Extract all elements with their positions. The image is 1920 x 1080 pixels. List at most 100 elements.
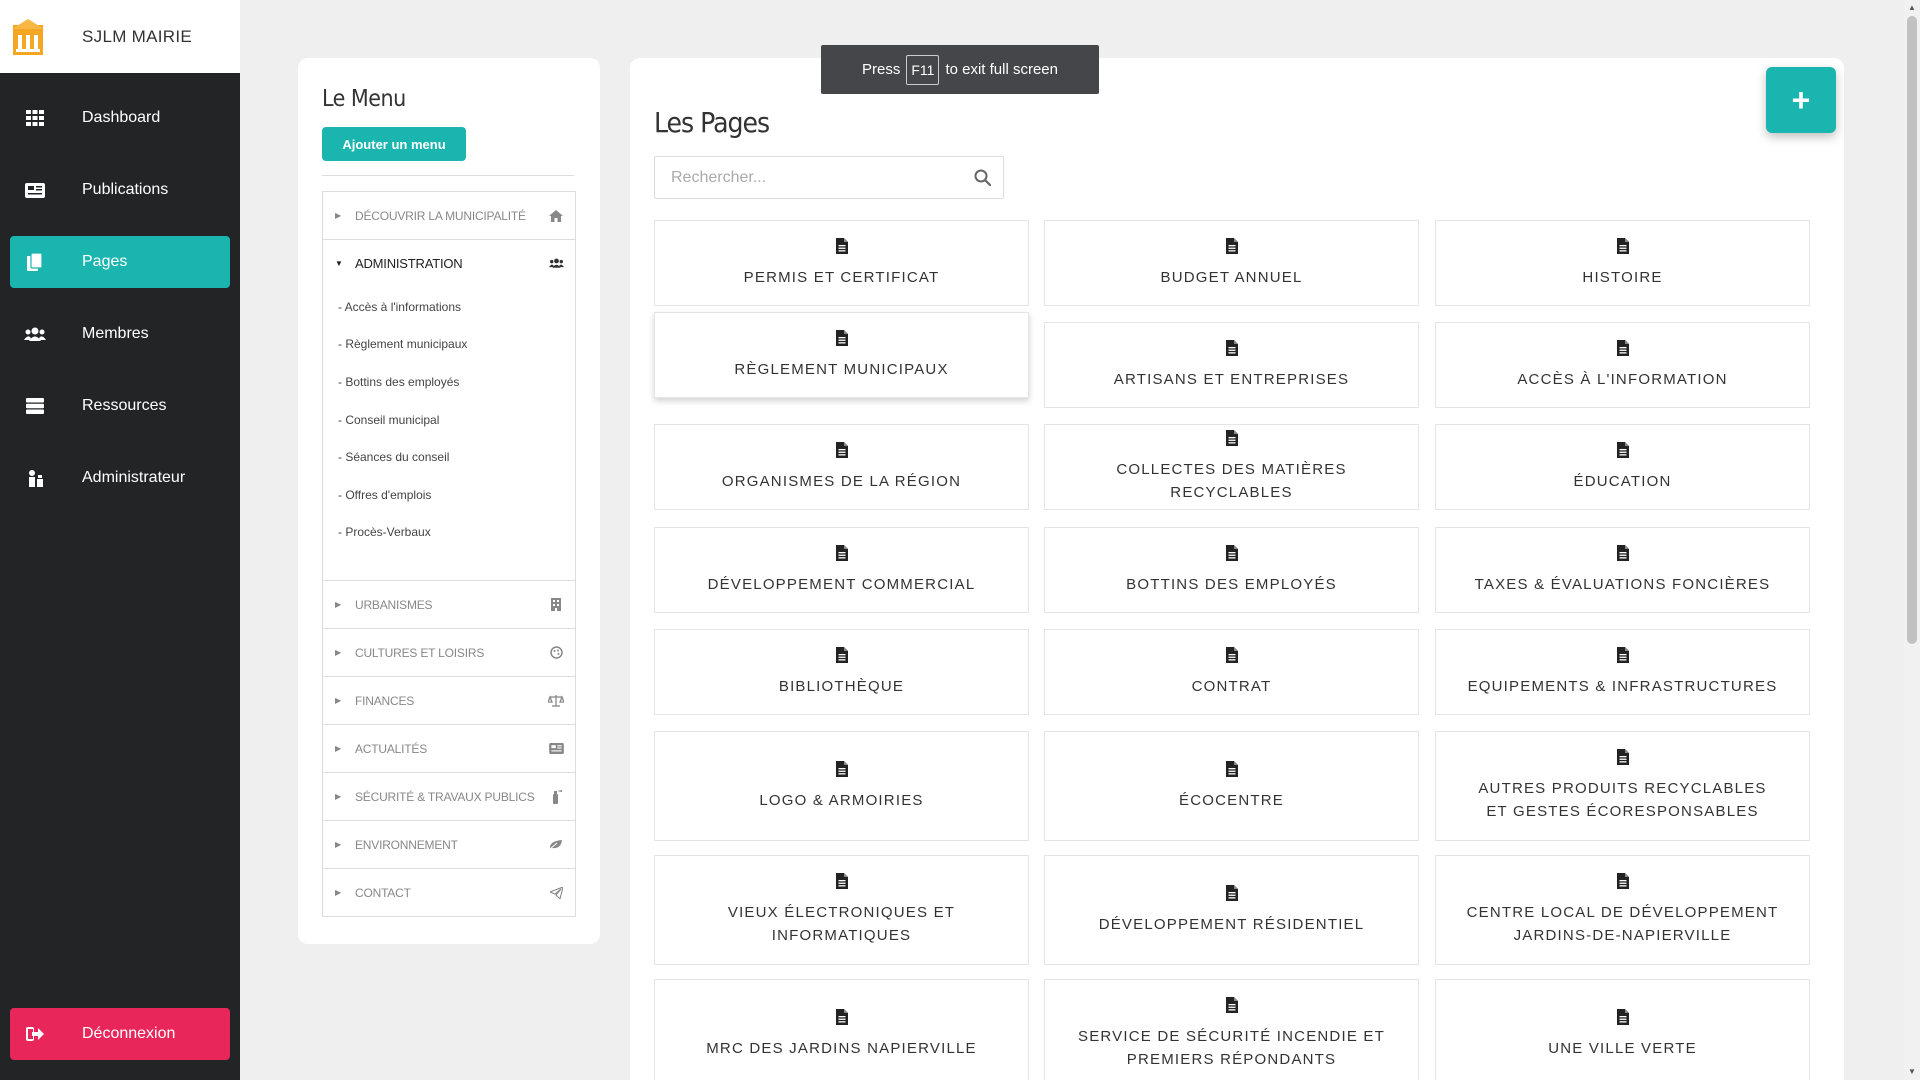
page-card[interactable]: BIBLIOTHÈQUE <box>654 629 1029 715</box>
page-card-title: UNE VILLE VERTE <box>1548 1039 1697 1057</box>
logout-button[interactable]: Déconnexion <box>10 1008 230 1060</box>
page-card[interactable]: RÈGLEMENT MUNICIPAUX <box>654 312 1029 398</box>
file-icon <box>835 329 848 351</box>
caret-right-icon: ▶ <box>335 211 342 220</box>
scroll-up-icon[interactable]: ▲ <box>1908 3 1916 12</box>
page-card[interactable]: UNE VILLE VERTE <box>1435 979 1810 1080</box>
page-card[interactable]: DÉVELOPPEMENT COMMERCIAL <box>654 527 1029 613</box>
page-card[interactable]: ÉCOCENTRE <box>1044 731 1419 841</box>
menu-item-label: FINANCES <box>355 693 415 708</box>
page-card[interactable]: TAXES & ÉVALUATIONS FONCIÈRES <box>1435 527 1810 613</box>
nav-label: Pages <box>82 253 128 270</box>
file-icon <box>835 441 848 463</box>
menu-item-contact[interactable]: ▶ CONTACT <box>322 868 576 917</box>
page-card[interactable]: ÉDUCATION <box>1435 424 1810 510</box>
file-icon <box>835 873 848 894</box>
menu-item-administration[interactable]: ▼ ADMINISTRATION - Accès à l'information… <box>322 239 576 581</box>
page-card[interactable]: BOTTINS DES EMPLOYÉS <box>1044 527 1419 613</box>
nav-pages[interactable]: Pages <box>10 236 230 288</box>
page-card[interactable]: CONTRAT <box>1044 629 1419 715</box>
page-card[interactable]: MRC DES JARDINS NAPIERVILLE <box>654 979 1029 1080</box>
submenu-item[interactable]: - Règlement municipaux <box>323 326 467 364</box>
page-card[interactable]: EQUIPEMENTS & INFRASTRUCTURES <box>1435 629 1810 715</box>
caret-down-icon: ▼ <box>335 258 343 268</box>
scrollbar[interactable]: ▲ ▼ <box>1903 0 1920 1080</box>
nav-ressources[interactable]: Ressources <box>10 380 230 432</box>
newspaper-icon <box>543 743 569 754</box>
nav-label: Ressources <box>82 397 167 414</box>
page-card-title: DÉVELOPPEMENT RÉSIDENTIEL <box>1098 915 1365 933</box>
page-card[interactable]: AUTRES PRODUITS RECYCLABLES ET GESTES ÉC… <box>1435 731 1810 841</box>
page-card-title: ORGANISMES DE LA RÉGION <box>721 472 962 490</box>
menu-item-decouvrir[interactable]: ▶ DÉCOUVRIR LA MUNICIPALITÉ <box>322 191 576 240</box>
grid-icon <box>24 109 46 127</box>
file-icon <box>1616 237 1629 259</box>
page-card-title: AUTRES PRODUITS RECYCLABLES ET GESTES ÉC… <box>1478 780 1767 820</box>
submenu-item[interactable]: - Offres d'emplois <box>323 476 467 514</box>
page-card-title: ÉDUCATION <box>1573 472 1672 490</box>
page-card[interactable]: HISTOIRE <box>1435 220 1810 306</box>
page-card[interactable]: CENTRE LOCAL DE DÉVELOPPEMENT JARDINS-DE… <box>1435 855 1810 965</box>
file-icon <box>1225 760 1238 782</box>
nav-label: Dashboard <box>82 109 161 126</box>
page-card[interactable]: ORGANISMES DE LA RÉGION <box>654 424 1029 510</box>
page-card[interactable]: BUDGET ANNUEL <box>1044 220 1419 306</box>
submenu-item[interactable]: - Séances du conseil <box>323 438 467 476</box>
caret-right-icon: ▶ <box>335 744 342 753</box>
copy-icon <box>24 253 46 271</box>
file-icon <box>1616 1008 1629 1030</box>
page-card[interactable]: DÉVELOPPEMENT RÉSIDENTIEL <box>1044 855 1419 965</box>
nav-dashboard[interactable]: Dashboard <box>10 92 230 144</box>
nav-publications[interactable]: Publications <box>10 164 230 216</box>
page-card[interactable]: PERMIS ET CERTIFICAT <box>654 220 1029 306</box>
menu-item-label: ADMINISTRATION <box>355 255 463 271</box>
menu-item-cultures[interactable]: ▶ CULTURES ET LOISIRS <box>322 628 576 677</box>
add-page-button[interactable]: + <box>1766 67 1836 133</box>
file-icon <box>1616 339 1629 361</box>
menu-item-label: ENVIRONNEMENT <box>355 837 458 852</box>
file-icon <box>1616 544 1629 566</box>
menu-item-finances[interactable]: ▶ FINANCES <box>322 676 576 725</box>
page-card-title: CENTRE LOCAL DE DÉVELOPPEMENT JARDINS-DE… <box>1466 904 1779 944</box>
nav-label: Publications <box>82 181 169 198</box>
file-icon <box>1225 544 1238 566</box>
page-card[interactable]: ACCÈS À L'INFORMATION <box>1435 322 1810 408</box>
submenu-item[interactable]: - Accès à l'informations <box>323 288 467 326</box>
menu-item-securite[interactable]: ▶ SÉCURITÉ & TRAVAUX PUBLICS <box>322 772 576 821</box>
brand[interactable]: SJLM MAIRIE <box>0 0 240 73</box>
page-card[interactable]: LOGO & ARMOIRIES <box>654 731 1029 841</box>
file-icon <box>1616 441 1629 463</box>
server-icon <box>24 397 46 415</box>
sign-out-icon <box>24 1025 46 1043</box>
menu-item-environnement[interactable]: ▶ ENVIRONNEMENT <box>322 820 576 869</box>
page-card[interactable]: COLLECTES DES MATIÈRES RECYCLABLES <box>1044 424 1419 510</box>
fullscreen-toast: Press F11 to exit full screen <box>821 45 1099 94</box>
scrollbar-thumb[interactable] <box>1907 16 1917 644</box>
search-icon[interactable] <box>974 169 992 191</box>
toast-press: Press <box>862 61 901 78</box>
nav-membres[interactable]: Membres <box>10 308 230 360</box>
users-icon <box>24 325 46 343</box>
menu-item-urbanismes[interactable]: ▶ URBANISMES <box>322 580 576 629</box>
submenu-item[interactable]: - Bottins des employés <box>323 363 467 401</box>
add-menu-button[interactable]: Ajouter un menu <box>322 127 466 161</box>
page-card[interactable]: SERVICE DE SÉCURITÉ INCENDIE ET PREMIERS… <box>1044 979 1419 1080</box>
nav-label: Membres <box>82 325 149 342</box>
paper-plane-icon <box>543 886 569 899</box>
page-card[interactable]: ARTISANS ET ENTREPRISES <box>1044 322 1419 408</box>
nav-administrateur[interactable]: Administrateur <box>10 452 230 504</box>
leaf-icon <box>543 839 569 850</box>
page-card-title: DÉVELOPPEMENT COMMERCIAL <box>707 575 976 593</box>
page-card[interactable]: VIEUX ÉLECTRONIQUES ET INFORMATIQUES <box>654 855 1029 965</box>
page-card-title: BUDGET ANNUEL <box>1160 268 1303 286</box>
menu-item-head[interactable]: ▼ ADMINISTRATION <box>323 240 575 286</box>
submenu-item[interactable]: - Procès-Verbaux <box>323 514 467 552</box>
file-icon <box>1225 237 1238 259</box>
page-card-title: VIEUX ÉLECTRONIQUES ET INFORMATIQUES <box>727 904 956 944</box>
submenu-item[interactable]: - Conseil municipal <box>323 401 467 439</box>
search-input[interactable] <box>655 157 955 198</box>
menu-item-label: ACTUALITÉS <box>355 741 428 756</box>
scroll-down-icon[interactable]: ▼ <box>1908 1067 1916 1076</box>
logout-label: Déconnexion <box>82 1025 176 1042</box>
menu-item-actualites[interactable]: ▶ ACTUALITÉS <box>322 724 576 773</box>
